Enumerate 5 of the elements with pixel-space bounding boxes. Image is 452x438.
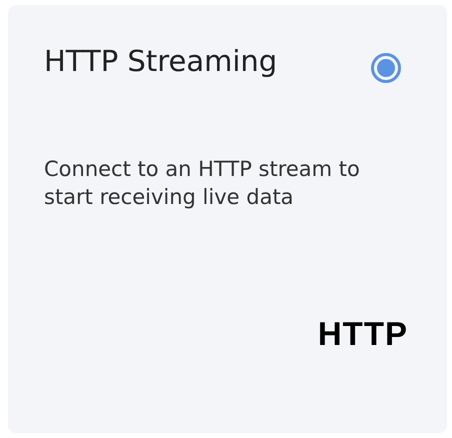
radio-button[interactable] [371, 53, 401, 83]
card-title: HTTP Streaming [44, 43, 278, 80]
option-card[interactable]: HTTP Streaming Connect to an HTTP stream to start receiving live data HTTP [8, 5, 447, 433]
card-description: Connect to an HTTP stream to start receiving live data [44, 156, 361, 211]
http-logo: HTTP [318, 317, 408, 351]
